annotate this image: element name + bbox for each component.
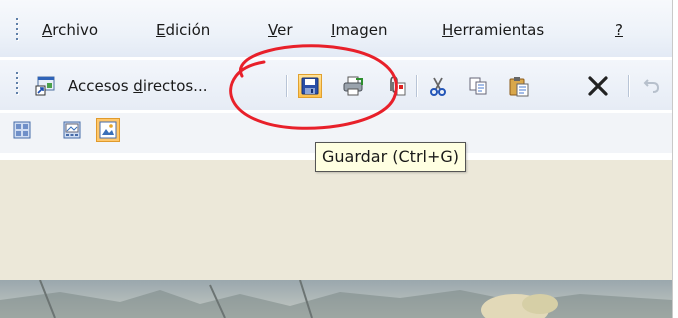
paperclip-icon bbox=[390, 76, 406, 96]
menu-ver[interactable]: Ver bbox=[268, 20, 293, 40]
app-window: Archivo Edición Ver Imagen Herramientas … bbox=[0, 0, 673, 318]
clipboard-paste-icon bbox=[509, 77, 529, 97]
undo-button[interactable] bbox=[640, 74, 664, 98]
shortcuts-icon bbox=[35, 76, 55, 96]
save-button[interactable] bbox=[298, 74, 322, 98]
toolbar-separator bbox=[416, 75, 417, 97]
photo-preview bbox=[0, 280, 672, 318]
grid-icon bbox=[13, 121, 31, 139]
menubar-grip[interactable] bbox=[16, 18, 20, 40]
menu-archivo[interactable]: Archivo bbox=[42, 20, 98, 40]
menu-ver-accel: V bbox=[268, 21, 278, 39]
image-viewer-area bbox=[0, 160, 672, 288]
thumbnails-view-button[interactable] bbox=[10, 118, 34, 142]
menu-ver-label: er bbox=[277, 21, 293, 39]
shortcuts-menu[interactable]: Accesos directos... bbox=[68, 74, 208, 98]
printer-icon bbox=[343, 76, 363, 96]
toolbar-separator bbox=[286, 75, 287, 97]
menu-help[interactable]: ? bbox=[615, 20, 623, 40]
menu-help-accel: ? bbox=[615, 21, 623, 39]
print-button[interactable] bbox=[341, 74, 365, 98]
menu-bar: Archivo Edición Ver Imagen Herramientas … bbox=[0, 0, 672, 57]
floppy-disk-icon bbox=[301, 77, 319, 95]
single-image-view-button[interactable] bbox=[96, 118, 120, 142]
cut-button[interactable] bbox=[426, 74, 450, 98]
toolbar-grip[interactable] bbox=[16, 72, 20, 94]
menu-imagen-label: magen bbox=[335, 21, 388, 39]
menu-edicion[interactable]: Edición bbox=[156, 20, 210, 40]
filmstrip-icon bbox=[63, 121, 81, 139]
attach-button[interactable] bbox=[384, 74, 408, 98]
menu-archivo-accel: A bbox=[42, 21, 53, 39]
menu-imagen[interactable]: Imagen bbox=[331, 20, 388, 40]
shortcuts-label-accel: d bbox=[133, 77, 143, 95]
toolbar-separator bbox=[628, 75, 629, 97]
menu-edicion-label: dición bbox=[165, 21, 211, 39]
shortcuts-button[interactable] bbox=[34, 74, 58, 98]
filmstrip-view-button[interactable] bbox=[60, 118, 84, 142]
copy-icon bbox=[469, 77, 487, 95]
menu-herramientas[interactable]: Herramientas bbox=[442, 20, 544, 40]
save-tooltip: Guardar (Ctrl+G) bbox=[315, 142, 467, 172]
menu-herramientas-accel: H bbox=[442, 21, 454, 39]
shortcuts-label-pre: Accesos bbox=[68, 77, 134, 95]
delete-x-icon bbox=[588, 76, 608, 96]
copy-button[interactable] bbox=[466, 74, 490, 98]
delete-button[interactable] bbox=[586, 74, 610, 98]
undo-icon bbox=[643, 79, 660, 93]
menu-archivo-label: rchivo bbox=[52, 21, 99, 39]
scissors-icon bbox=[430, 77, 446, 96]
menu-herramientas-label: erramientas bbox=[453, 21, 545, 39]
paste-button[interactable] bbox=[507, 74, 531, 98]
image-icon bbox=[99, 121, 117, 139]
shortcuts-label-post: irectos... bbox=[142, 77, 208, 95]
